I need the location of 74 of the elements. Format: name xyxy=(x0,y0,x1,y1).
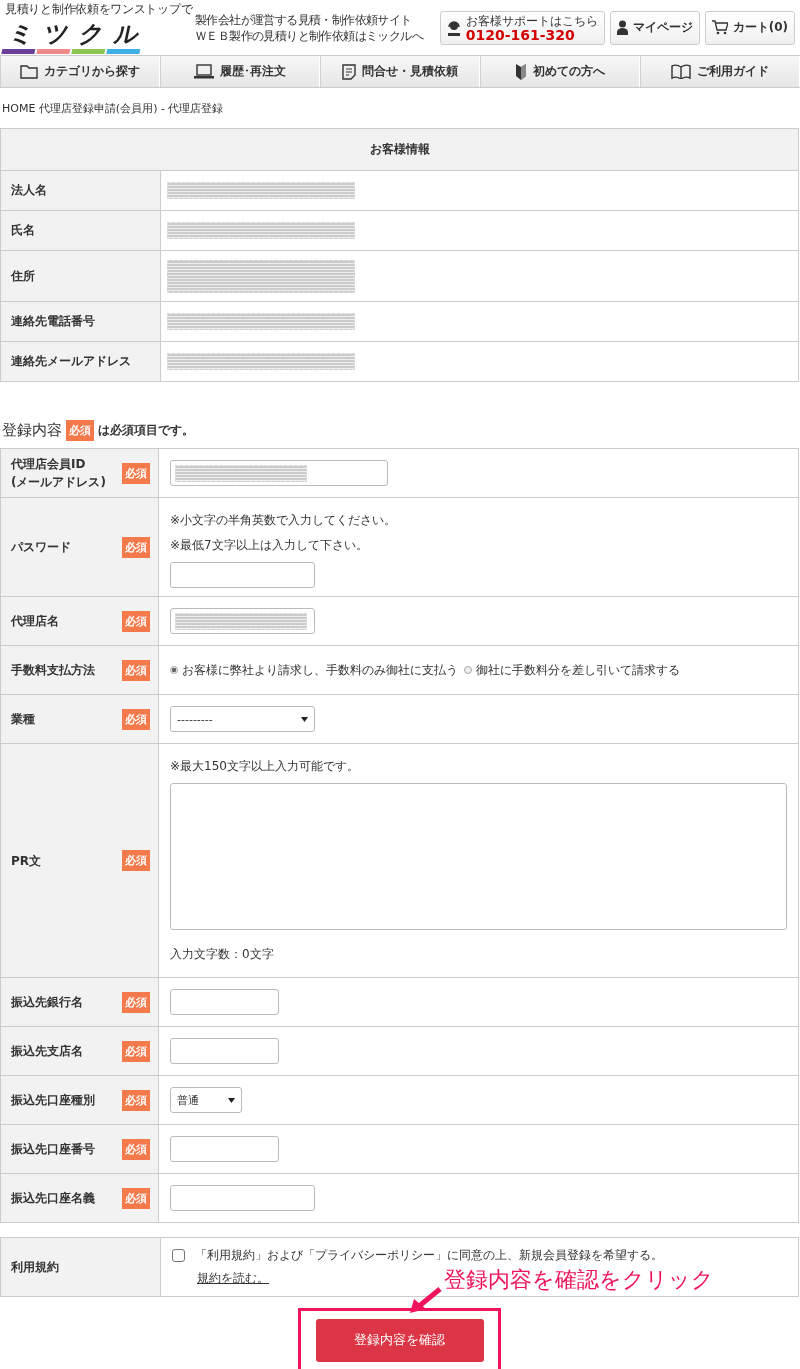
field-label: 振込先口座種別 xyxy=(11,1092,95,1109)
text-input[interactable] xyxy=(170,608,315,634)
textarea-field[interactable] xyxy=(170,783,787,930)
hint-text: ※最大150文字以上入力可能です。 xyxy=(170,758,360,775)
required-badge: 必須 xyxy=(122,1040,150,1062)
person-icon xyxy=(616,20,628,35)
required-badge: 必須 xyxy=(122,1187,150,1209)
tagline: 見積りと制作依頼をワンストップで xyxy=(5,1,194,18)
field-label: 代理店会員ID (メールアドレス) xyxy=(11,456,106,491)
field-label: 利用規約 xyxy=(0,1237,161,1297)
annotation-text: 登録内容を確認をクリック xyxy=(444,1266,714,1294)
site-description: 製作会社が運営する見積・制作依頼サイト xyxy=(195,11,412,28)
nav-tab[interactable]: 履歴･再注文 xyxy=(160,56,320,87)
text-input[interactable] xyxy=(170,1136,279,1162)
table-heading: お客様情報 xyxy=(0,128,799,171)
required-legend: は必須項目です。 xyxy=(98,422,194,439)
required-badge: 必須 xyxy=(122,850,150,871)
folder-icon xyxy=(20,64,38,79)
field-label: 住所 xyxy=(0,250,161,302)
cart-icon xyxy=(711,20,728,35)
section-title: 登録内容 xyxy=(2,421,62,440)
radio-option[interactable]: お客様に弊社より請求し、手数料のみ御社に支払う xyxy=(170,661,458,679)
required-badge: 必須 xyxy=(122,536,150,558)
field-label: PR文 xyxy=(11,852,42,870)
text-input[interactable] xyxy=(170,562,315,588)
mypage-button[interactable]: マイページ xyxy=(609,10,700,45)
agree-checkbox[interactable] xyxy=(172,1249,185,1262)
required-badge: 必須 xyxy=(122,610,150,632)
cart-button[interactable]: カート(0) xyxy=(704,10,795,45)
book-icon xyxy=(671,64,691,79)
site-description: ＷＥＢ製作の見積りと制作依頼はミックルへ xyxy=(195,27,423,44)
terms-link[interactable]: 規約を読む。 xyxy=(197,1270,269,1287)
nav-tab[interactable]: 問合せ・見積依頼 xyxy=(320,56,480,87)
dropdown-caret-icon xyxy=(301,716,308,722)
hint-text: ※最低7文字以上は入力して下さい。 xyxy=(170,537,369,554)
field-label: 振込先支店名 xyxy=(11,1043,83,1060)
field-label: 振込先口座名義 xyxy=(11,1190,95,1207)
dropdown-caret-icon xyxy=(228,1097,235,1103)
required-badge: 必須 xyxy=(66,420,94,441)
field-label: 氏名 xyxy=(0,210,161,251)
breadcrumb: HOME 代理店登録申請(会員用) - 代理店登録 xyxy=(1,101,225,117)
select-dropdown[interactable]: 普通 xyxy=(170,1087,242,1113)
field-label: 振込先口座番号 xyxy=(11,1141,95,1158)
field-label: パスワード xyxy=(11,539,71,556)
beginner-mark-icon xyxy=(515,63,527,80)
document-icon xyxy=(342,63,356,80)
agreement-text: 「利用規約」および「プライバシーポリシー」に同意の上、新規会員登録を希望する。 xyxy=(195,1247,663,1264)
confirm-button[interactable]: 登録内容を確認 xyxy=(315,1318,484,1362)
field-label: 手数料支払方法 xyxy=(11,662,95,679)
field-label: 代理店名 xyxy=(11,613,59,630)
radio-option[interactable]: 御社に手数料分を差し引いて請求する xyxy=(464,661,680,679)
required-badge: 必須 xyxy=(122,462,150,484)
required-badge: 必須 xyxy=(122,708,150,730)
text-input[interactable] xyxy=(170,460,388,486)
text-input[interactable] xyxy=(170,1185,315,1211)
select-dropdown[interactable]: --------- xyxy=(170,706,315,732)
text-input[interactable] xyxy=(170,989,279,1015)
required-badge: 必須 xyxy=(122,991,150,1013)
hint-text: ※小文字の半角英数で入力してください。 xyxy=(170,512,398,529)
field-label: 連絡先メールアドレス xyxy=(0,341,161,382)
field-label: 振込先銀行名 xyxy=(11,994,83,1011)
required-badge: 必須 xyxy=(122,659,150,681)
field-label: 法人名 xyxy=(0,170,161,211)
required-badge: 必須 xyxy=(122,1138,150,1160)
laptop-icon xyxy=(194,64,214,79)
nav-tab[interactable]: 初めての方へ xyxy=(480,56,640,87)
field-label: 業種 xyxy=(11,711,35,728)
character-count: 入力文字数：0文字 xyxy=(170,946,275,963)
nav-tab[interactable]: ご利用ガイド xyxy=(640,56,800,87)
text-input[interactable] xyxy=(170,1038,279,1064)
support-button[interactable]: お客様サポートはこちら 0120-161-320 xyxy=(439,10,605,45)
field-label: 連絡先電話番号 xyxy=(0,301,161,342)
nav-tab[interactable]: カテゴリから探す xyxy=(0,56,160,87)
required-badge: 必須 xyxy=(122,1089,150,1111)
